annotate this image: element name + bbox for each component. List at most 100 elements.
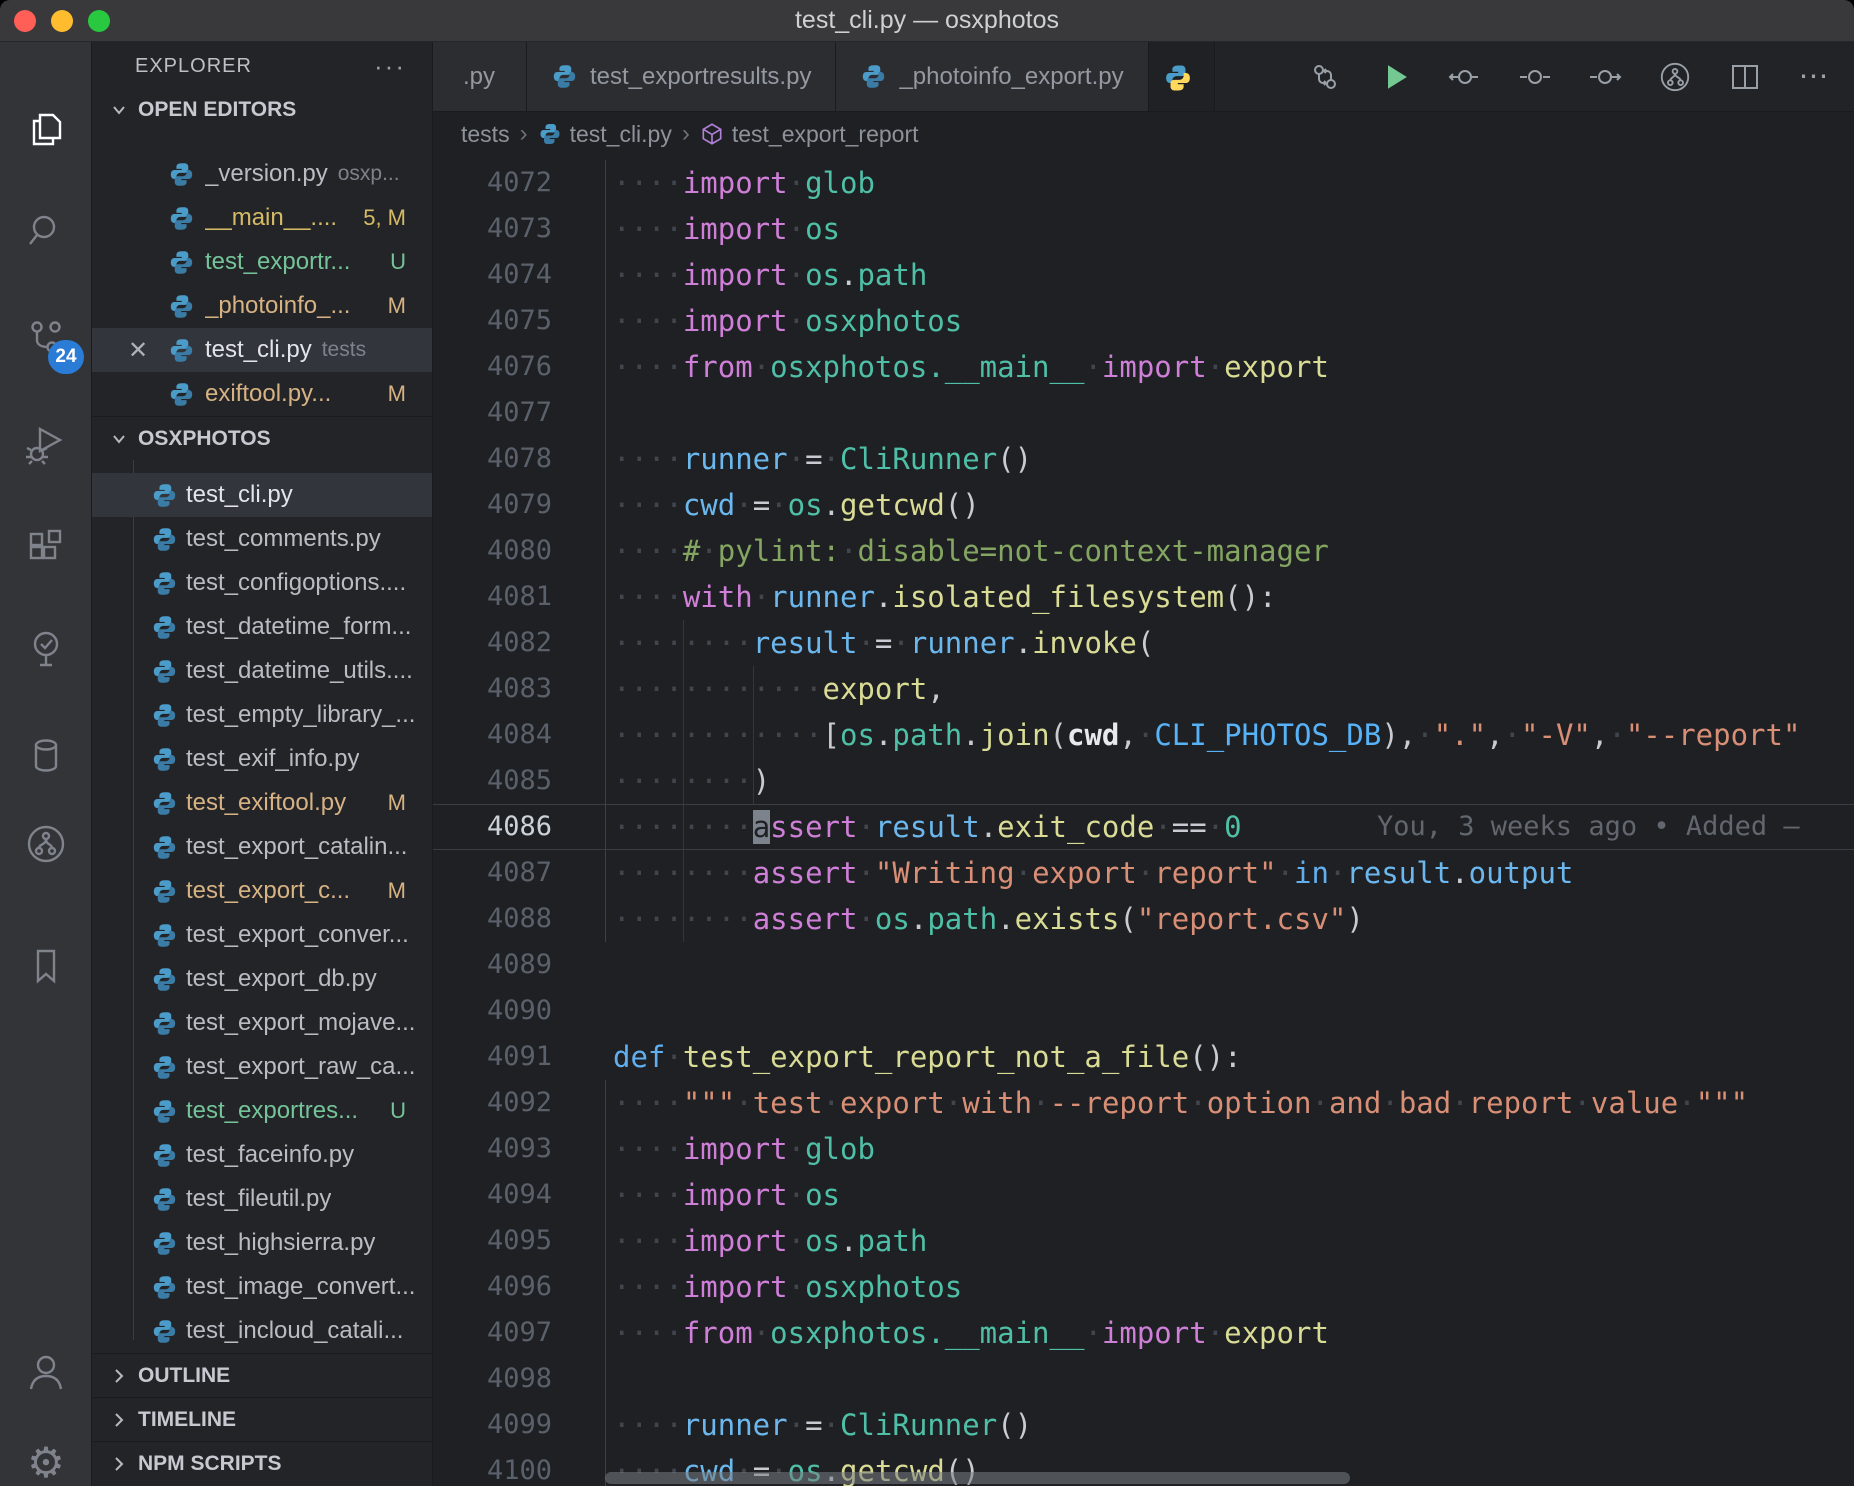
tree-item[interactable]: test_export_conver... xyxy=(92,913,432,957)
tree-item[interactable]: test_datetime_utils.... xyxy=(92,649,432,693)
line-number[interactable]: 4090 xyxy=(433,988,552,1034)
tree-item[interactable]: test_incloud_catali... xyxy=(92,1309,432,1353)
code-line[interactable]: 4082········result·=·runner.invoke( xyxy=(433,620,1854,666)
code-line[interactable]: 4078····runner·=·CliRunner() xyxy=(433,436,1854,482)
extensions-icon[interactable] xyxy=(0,520,92,576)
code-line[interactable]: 4080····#·pylint:·disable=not-context-ma… xyxy=(433,528,1854,574)
settings-gear-icon[interactable]: ⚙ xyxy=(0,1434,92,1486)
tab-partial[interactable]: .py xyxy=(433,42,527,111)
tree-item[interactable]: test_empty_library_... xyxy=(92,693,432,737)
code-line[interactable]: 4086········assert·result.exit_code·==·0… xyxy=(433,804,1854,850)
close-icon[interactable]: ✕ xyxy=(128,336,148,365)
code-line[interactable]: 4089 xyxy=(433,942,1854,988)
line-number[interactable]: 4089 xyxy=(433,942,552,988)
step-back-icon[interactable] xyxy=(1448,60,1482,94)
line-number[interactable]: 4086 xyxy=(433,805,552,849)
zoom-window-button[interactable] xyxy=(88,10,110,32)
code-line[interactable]: 4079····cwd·=·os.getcwd() xyxy=(433,482,1854,528)
breadcrumb-file[interactable]: test_cli.py xyxy=(538,121,672,148)
code-line[interactable]: 4074····import·os.path xyxy=(433,252,1854,298)
code-line[interactable]: 4093····import·glob xyxy=(433,1126,1854,1172)
code-line[interactable]: 4097····from·osxphotos.__main__·import·e… xyxy=(433,1310,1854,1356)
code-line[interactable]: 4095····import·os.path xyxy=(433,1218,1854,1264)
tree-item[interactable]: test_fileutil.py xyxy=(92,1177,432,1221)
code-line[interactable]: 4077 xyxy=(433,390,1854,436)
git-graph-circle-icon[interactable] xyxy=(1658,60,1692,94)
run-debug-icon[interactable] xyxy=(0,416,92,472)
line-number[interactable]: 4099 xyxy=(433,1402,552,1448)
breadcrumb-folder[interactable]: tests xyxy=(461,121,510,148)
section-outline[interactable]: OUTLINE xyxy=(92,1353,432,1397)
line-number[interactable]: 4094 xyxy=(433,1172,552,1218)
git-graph-icon[interactable] xyxy=(0,816,92,872)
explorer-icon[interactable] xyxy=(0,102,92,158)
horizontal-scrollbar[interactable] xyxy=(605,1472,1350,1484)
step-forward-icon[interactable] xyxy=(1588,60,1622,94)
line-number[interactable]: 4072 xyxy=(433,160,552,206)
line-number[interactable]: 4077 xyxy=(433,390,552,436)
close-window-button[interactable] xyxy=(14,10,36,32)
step-over-icon[interactable] xyxy=(1518,60,1552,94)
line-number[interactable]: 4083 xyxy=(433,666,552,712)
code-line[interactable]: 4094····import·os xyxy=(433,1172,1854,1218)
tree-item[interactable]: test_comments.py xyxy=(92,517,432,561)
line-number[interactable]: 4075 xyxy=(433,298,552,344)
section-timeline[interactable]: TIMELINE xyxy=(92,1397,432,1441)
line-number[interactable]: 4080 xyxy=(433,528,552,574)
code-line[interactable]: 4075····import·osxphotos xyxy=(433,298,1854,344)
open-editor-item[interactable]: test_exportr...U xyxy=(92,240,432,284)
bookmark-icon[interactable] xyxy=(0,938,92,994)
line-number[interactable]: 4088 xyxy=(433,896,552,942)
tab-test-exportresults[interactable]: test_exportresults.py xyxy=(527,42,836,111)
line-number[interactable]: 4073 xyxy=(433,206,552,252)
line-number[interactable]: 4074 xyxy=(433,252,552,298)
code-line[interactable]: 4090 xyxy=(433,988,1854,1034)
open-editor-item[interactable]: _version.pyosxp... xyxy=(92,152,432,196)
tree-item[interactable]: test_exif_info.py xyxy=(92,737,432,781)
code-line[interactable]: 4085········) xyxy=(433,758,1854,804)
run-file-icon[interactable] xyxy=(1378,60,1412,94)
code-line[interactable]: 4072····import·glob xyxy=(433,160,1854,206)
split-editor-icon[interactable] xyxy=(1728,60,1762,94)
tree-item[interactable]: test_export_db.py xyxy=(92,957,432,1001)
minimize-window-button[interactable] xyxy=(51,10,73,32)
code-line[interactable]: 4081····with·runner.isolated_filesystem(… xyxy=(433,574,1854,620)
line-number[interactable]: 4084 xyxy=(433,712,552,758)
code-line[interactable]: 4099····runner·=·CliRunner() xyxy=(433,1402,1854,1448)
tree-item[interactable]: test_export_c...M xyxy=(92,869,432,913)
explorer-actions-icon[interactable]: ··· xyxy=(374,51,406,82)
code-line[interactable]: 4098 xyxy=(433,1356,1854,1402)
section-project[interactable]: OSXPHOTOS xyxy=(92,416,432,460)
code-line[interactable]: 4084············[os.path.join(cwd,·CLI_P… xyxy=(433,712,1854,758)
line-number[interactable]: 4100 xyxy=(433,1448,552,1486)
tree-item[interactable]: test_export_raw_ca... xyxy=(92,1045,432,1089)
tree-item[interactable]: test_datetime_form... xyxy=(92,605,432,649)
tree-item[interactable]: test_faceinfo.py xyxy=(92,1133,432,1177)
python-interpreter-cell[interactable] xyxy=(1149,42,1215,111)
line-number[interactable]: 4085 xyxy=(433,758,552,804)
line-number[interactable]: 4093 xyxy=(433,1126,552,1172)
section-open-editors[interactable]: OPEN EDITORS xyxy=(92,90,432,130)
tree-item[interactable]: test_highsierra.py xyxy=(92,1221,432,1265)
code-line[interactable]: 4096····import·osxphotos xyxy=(433,1264,1854,1310)
open-editor-item[interactable]: _photoinfo_...M xyxy=(92,284,432,328)
line-number[interactable]: 4079 xyxy=(433,482,552,528)
section-npm-scripts[interactable]: NPM SCRIPTS xyxy=(92,1441,432,1485)
line-number[interactable]: 4091 xyxy=(433,1034,552,1080)
tree-item[interactable]: test_cli.py xyxy=(92,473,432,517)
account-icon[interactable] xyxy=(0,1344,92,1400)
database-icon[interactable] xyxy=(0,728,92,784)
open-editor-item[interactable]: __main__....5, M xyxy=(92,196,432,240)
line-number[interactable]: 4092 xyxy=(433,1080,552,1126)
tree-item[interactable]: test_export_catalin... xyxy=(92,825,432,869)
open-editor-item[interactable]: ✕test_cli.pytests xyxy=(92,328,432,372)
open-editor-item[interactable]: exiftool.py...M xyxy=(92,372,432,416)
search-icon[interactable] xyxy=(0,204,92,260)
code-line[interactable]: 4076····from·osxphotos.__main__·import·e… xyxy=(433,344,1854,390)
compare-changes-icon[interactable] xyxy=(1308,60,1342,94)
line-number[interactable]: 4087 xyxy=(433,850,552,896)
tree-item[interactable]: test_export_mojave... xyxy=(92,1001,432,1045)
line-number[interactable]: 4082 xyxy=(433,620,552,666)
breadcrumb-symbol[interactable]: test_export_report xyxy=(700,121,919,148)
line-number[interactable]: 4095 xyxy=(433,1218,552,1264)
